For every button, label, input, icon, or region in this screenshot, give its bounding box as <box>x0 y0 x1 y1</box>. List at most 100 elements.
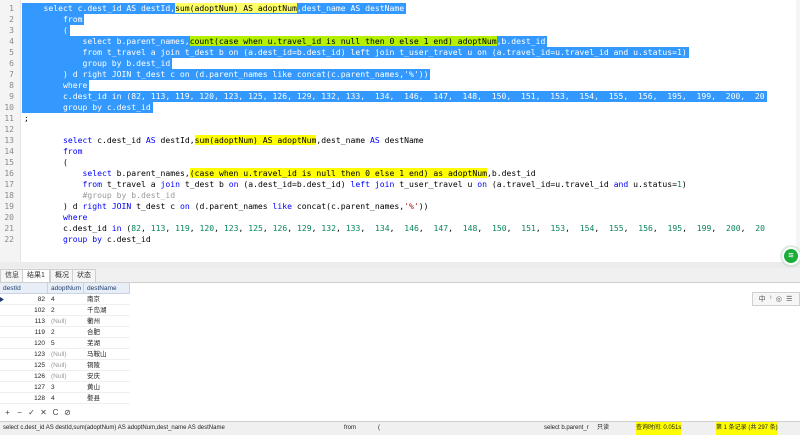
line-number: 9 <box>9 92 14 101</box>
status-bar: select c.dest_id AS destId,sum(adoptNum)… <box>0 421 800 435</box>
code-line[interactable]: 3 ( <box>0 25 800 36</box>
tab-info[interactable]: 信息 <box>0 269 24 282</box>
code-line[interactable]: 16 select b.parent_names,(case when u.tr… <box>0 168 800 179</box>
line-number: 4 <box>9 37 14 46</box>
code-line[interactable]: 12 <box>0 124 800 135</box>
code-line[interactable]: 10 group by c.dest_id <box>0 102 800 113</box>
table-row[interactable]: 126 (Null) 安庆 <box>0 371 130 382</box>
code-text: group by b.dest_id <box>24 58 171 68</box>
grid-toolbar: + − ✓ ✕ C ⊘ <box>0 407 120 419</box>
delete-record-button[interactable]: − <box>15 407 24 418</box>
code-line[interactable]: 4 select b.parent_names,count(case when … <box>0 36 800 47</box>
code-text: group by c.dest_id <box>62 234 151 244</box>
wifi-icon[interactable]: ≋ <box>781 246 800 266</box>
line-number: 16 <box>4 169 14 178</box>
code-text: group by c.dest_id <box>24 102 151 112</box>
sql-editor[interactable]: 1 select c.dest_id AS destId,sum(adoptNu… <box>0 0 800 262</box>
status-from: from <box>344 425 356 431</box>
line-number: 14 <box>4 147 14 156</box>
column-header-adoptnum[interactable]: adoptNum <box>48 283 84 294</box>
line-number: 21 <box>4 224 14 233</box>
code-text: ( <box>24 157 68 167</box>
line-number: 18 <box>4 191 14 200</box>
table-row[interactable]: 113 (Null) 衢州 <box>0 316 130 327</box>
line-number: 1 <box>9 4 14 13</box>
code-text: ) d right JOIN t_dest c on (d.parent_nam… <box>24 201 429 211</box>
line-number: 5 <box>9 48 14 57</box>
ime-toolbar[interactable]: 中 ⁾ ◎ ☰ <box>752 292 800 306</box>
code-text: select c.dest_id AS destId,sum(adoptNum)… <box>62 135 424 145</box>
line-number: 10 <box>4 103 14 112</box>
code-line[interactable]: 20 where <box>0 212 800 223</box>
status-query-time: 查询时间: 0.051s <box>636 422 682 435</box>
result-grid[interactable]: destId adoptNum destName 82 4 南京 102 2 千岛湖 113… <box>0 283 800 407</box>
status-sub: select b.parent_r <box>544 425 589 431</box>
table-row[interactable]: 82 4 南京 <box>0 294 130 305</box>
code-text: from <box>24 14 83 24</box>
line-number: 20 <box>4 213 14 222</box>
status-sql: select c.dest_id AS destId,sum(adoptNum)… <box>3 425 225 431</box>
code-text: from t_travel a join t_dest b on (a.dest… <box>24 47 687 57</box>
table-row[interactable]: 123 (Null) 马鞍山 <box>0 349 130 360</box>
code-line[interactable]: 19 ) d right JOIN t_dest c on (d.parent_… <box>0 201 800 212</box>
line-number: 17 <box>4 180 14 189</box>
line-number: 2 <box>9 15 14 24</box>
tab-overview[interactable]: 概况 <box>50 269 74 282</box>
line-number: 12 <box>4 125 14 134</box>
table-row[interactable]: 125 (Null) 铜陵 <box>0 360 130 371</box>
line-number: 15 <box>4 158 14 167</box>
code-line[interactable]: 17 from t_travel a join t_dest b on (a.d… <box>0 179 800 190</box>
discard-changes-button[interactable]: ✕ <box>39 407 48 418</box>
code-text: c.dest_id in (82, 113, 119, 120, 123, 12… <box>24 223 765 233</box>
code-text: ( <box>24 25 68 35</box>
code-line[interactable]: 22 group by c.dest_id <box>0 234 800 245</box>
tab-result1[interactable]: 结果1 <box>22 269 50 282</box>
editor-vertical-scrollbar[interactable] <box>796 0 800 262</box>
column-header-destname[interactable]: destName <box>84 283 130 294</box>
code-line[interactable]: 15 ( <box>0 157 800 168</box>
code-text: ) d right JOIN t_dest c on (d.parent_nam… <box>24 69 429 79</box>
code-line[interactable]: 9 c.dest_id in (82, 113, 119, 120, 123, … <box>0 91 800 102</box>
apply-changes-button[interactable]: ✓ <box>27 407 36 418</box>
line-number: 19 <box>4 202 14 211</box>
column-header-destid[interactable]: destId <box>0 283 48 294</box>
code-text: from <box>62 146 83 156</box>
code-text: ; <box>24 113 29 123</box>
code-text: where <box>62 212 88 222</box>
code-line[interactable]: 11; <box>0 113 800 124</box>
table-row[interactable]: 102 2 千岛湖 <box>0 305 130 316</box>
code-line[interactable]: 13 select c.dest_id AS destId,sum(adoptN… <box>0 135 800 146</box>
line-number: 13 <box>4 136 14 145</box>
code-line[interactable]: 7 ) d right JOIN t_dest c on (d.parent_n… <box>0 69 800 80</box>
code-line[interactable]: 2 from <box>0 14 800 25</box>
code-text: select b.parent_names,(case when u.trave… <box>82 168 536 178</box>
code-line[interactable]: 8 where <box>0 80 800 91</box>
code-line[interactable]: 21 c.dest_id in (82, 113, 119, 120, 123,… <box>0 223 800 234</box>
code-line[interactable]: 1 select c.dest_id AS destId,sum(adoptNu… <box>0 3 800 14</box>
table-row[interactable]: 119 2 合肥 <box>0 327 130 338</box>
add-record-button[interactable]: + <box>3 407 12 418</box>
code-text: from t_travel a join t_dest b on (a.dest… <box>82 179 687 189</box>
code-line[interactable]: 18 #group by b.dest_id <box>0 190 800 201</box>
table-row[interactable]: 120 5 芜湖 <box>0 338 130 349</box>
row-divider <box>0 403 130 404</box>
line-number: 3 <box>9 26 14 35</box>
result-tabs: 信息 结果1 概况 状态 <box>0 268 800 283</box>
line-number: 6 <box>9 59 14 68</box>
line-number: 22 <box>4 235 14 244</box>
line-number: 11 <box>4 114 14 123</box>
table-row[interactable]: 127 3 黄山 <box>0 382 130 393</box>
status-record-count: 第 1 条记录 (共 297 条) <box>716 422 778 435</box>
table-row[interactable]: 128 4 婺县 <box>0 393 130 404</box>
code-text: #group by b.dest_id <box>82 190 176 200</box>
code-line[interactable]: 5 from t_travel a join t_dest b on (a.de… <box>0 47 800 58</box>
stop-button[interactable]: ⊘ <box>63 407 72 418</box>
tab-status[interactable]: 状态 <box>72 269 96 282</box>
code-line[interactable]: 14 from <box>0 146 800 157</box>
code-line[interactable]: 6 group by b.dest_id <box>0 58 800 69</box>
code-text: select b.parent_names,count(case when u.… <box>24 36 546 46</box>
status-readonly: 只读 <box>597 425 610 431</box>
code-text: select c.dest_id AS destId,sum(adoptNum)… <box>24 3 405 13</box>
refresh-button[interactable]: C <box>51 407 60 418</box>
code-text: where <box>24 80 88 90</box>
